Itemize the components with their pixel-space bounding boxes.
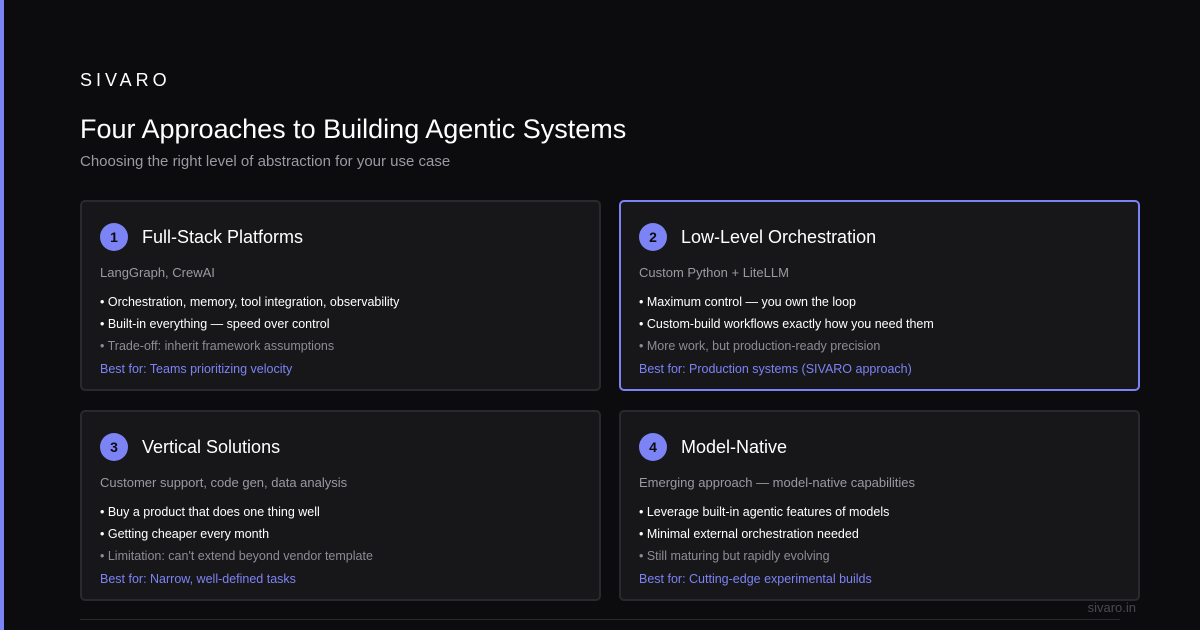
card-bullet-list: • Leverage built-in agentic features of … — [639, 501, 889, 567]
card-tools: LangGraph, CrewAI — [100, 265, 215, 280]
page-subtitle: Choosing the right level of abstraction … — [80, 153, 451, 170]
step-number-badge: 1 — [100, 223, 128, 251]
approach-card-low-level: 2 Low-Level Orchestration Custom Python … — [619, 200, 1140, 391]
card-tools: Emerging approach — model-native capabil… — [639, 475, 916, 490]
card-header: 1 Full-Stack Platforms — [100, 223, 303, 251]
approach-card-model-native: 4 Model-Native Emerging approach — model… — [619, 410, 1140, 601]
bullet-item: • Buy a product that does one thing well — [100, 505, 320, 519]
card-title: Vertical Solutions — [142, 436, 281, 457]
card-bullet-list: • Maximum control — you own the loop • C… — [639, 291, 934, 357]
card-title: Model-Native — [681, 436, 788, 457]
bullet-item: • Leverage built-in agentic features of … — [639, 505, 890, 519]
best-for-label: Best for: Cutting-edge experimental buil… — [639, 572, 872, 586]
accent-bar — [0, 0, 4, 630]
step-number-badge: 4 — [639, 433, 667, 461]
footer-url: sivaro.in — [1087, 600, 1136, 615]
card-tools: Customer support, code gen, data analysi… — [100, 475, 348, 490]
card-bullet-list: • Orchestration, memory, tool integratio… — [100, 291, 399, 357]
bullet-item: • More work, but production-ready precis… — [639, 339, 881, 353]
card-bullet-list: • Buy a product that does one thing well… — [100, 501, 373, 567]
card-header: 2 Low-Level Orchestration — [639, 223, 876, 251]
footer-divider — [80, 619, 1120, 620]
bullet-item: • Getting cheaper every month — [100, 527, 270, 541]
bullet-item: • Built-in everything — speed over contr… — [100, 317, 330, 331]
best-for-label: Best for: Teams prioritizing velocity — [100, 362, 293, 376]
bullet-item: • Trade-off: inherit framework assumptio… — [100, 339, 335, 353]
page-title: Four Approaches to Building Agentic Syst… — [80, 114, 627, 144]
bullet-item: • Custom-build workflows exactly how you… — [639, 317, 934, 331]
brand-logo: SIVARO — [80, 70, 171, 90]
approach-card-full-stack: 1 Full-Stack Platforms LangGraph, CrewAI… — [80, 200, 601, 391]
card-header: 3 Vertical Solutions — [100, 433, 280, 461]
approach-card-vertical: 3 Vertical Solutions Customer support, c… — [80, 410, 601, 601]
best-for-label: Best for: Narrow, well-defined tasks — [100, 572, 296, 586]
card-title: Full-Stack Platforms — [142, 226, 304, 247]
card-title: Low-Level Orchestration — [681, 226, 877, 247]
bullet-item: • Still maturing but rapidly evolving — [639, 549, 830, 563]
bullet-item: • Orchestration, memory, tool integratio… — [100, 295, 400, 309]
bullet-item: • Maximum control — you own the loop — [639, 295, 856, 309]
bullet-item: • Limitation: can't extend beyond vendor… — [100, 549, 373, 563]
best-for-label: Best for: Production systems (SIVARO app… — [639, 362, 912, 376]
card-header: 4 Model-Native — [639, 433, 787, 461]
bullet-item: • Minimal external orchestration needed — [639, 527, 859, 541]
step-number-badge: 2 — [639, 223, 667, 251]
step-number-badge: 3 — [100, 433, 128, 461]
card-tools: Custom Python + LiteLLM — [639, 265, 789, 280]
